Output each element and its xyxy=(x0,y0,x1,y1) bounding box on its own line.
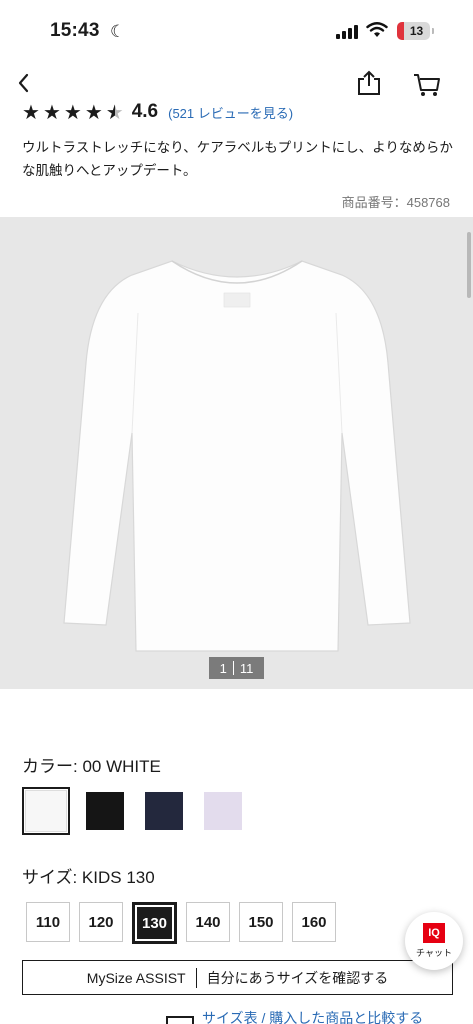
page-scrollbar[interactable] xyxy=(467,232,471,298)
color-label: カラー: 00 WHITE xyxy=(22,757,161,776)
chat-button[interactable]: IQ チャット xyxy=(405,912,463,970)
wifi-icon xyxy=(366,22,388,37)
product-description: ウルトラストレッチになり、ケアラベルもプリントにし、よりなめらかな肌触りへとアッ… xyxy=(22,140,453,178)
size-options: 110 120 130 140 150 160 xyxy=(26,902,336,944)
color-swatches xyxy=(22,787,247,835)
size-option-140[interactable]: 140 xyxy=(186,902,230,942)
size-option-120[interactable]: 120 xyxy=(79,902,123,942)
rating-score: 4.6 xyxy=(131,101,159,122)
star-icon: ★ xyxy=(63,101,82,124)
cellular-signal-icon xyxy=(336,25,358,39)
back-arrow-icon[interactable] xyxy=(14,70,38,96)
status-time: 15:43 xyxy=(50,20,100,41)
battery-icon: 13 xyxy=(397,22,434,40)
star-rating: ★ ★ ★ ★ ★ xyxy=(22,100,124,124)
star-icon: ★ xyxy=(42,101,61,124)
size-option-130[interactable]: 130 xyxy=(132,902,177,944)
mysize-check-label: 自分にあうサイズを確認する xyxy=(206,969,389,986)
battery-level: 13 xyxy=(409,24,424,38)
size-chart-link[interactable]: サイズ表 / 購入した商品と比較する xyxy=(166,1008,466,1024)
iq-icon: IQ xyxy=(423,923,445,943)
product-number: 商品番号：458768 xyxy=(341,195,450,210)
product-image xyxy=(63,260,411,652)
star-icon: ★ xyxy=(22,101,40,124)
size-option-110[interactable]: 110 xyxy=(26,902,70,942)
mysize-assist-label: MySize ASSIST xyxy=(86,969,186,986)
star-icon: ★ xyxy=(84,101,103,124)
product-image-gallery[interactable]: 1 11 xyxy=(0,217,473,689)
size-label: サイズ: KIDS 130 xyxy=(22,868,155,887)
half-star-icon: ★ xyxy=(105,101,124,124)
color-swatch-white[interactable] xyxy=(22,787,70,835)
reviews-link[interactable]: (521 レビューを見る) xyxy=(168,103,293,122)
size-option-160[interactable]: 160 xyxy=(292,902,336,942)
color-swatch-navy[interactable] xyxy=(140,787,188,835)
top-nav xyxy=(0,62,473,104)
cart-icon[interactable] xyxy=(413,72,441,98)
size-chart-label: サイズ表 / 購入した商品と比較する xyxy=(202,1010,424,1024)
mysize-assist-button[interactable]: MySize ASSIST 自分にあうサイズを確認する xyxy=(22,960,453,995)
pager-total: 11 xyxy=(239,660,254,676)
ruler-icon xyxy=(166,1016,194,1024)
color-swatch-black[interactable] xyxy=(81,787,129,835)
image-pager: 1 11 xyxy=(209,657,264,679)
moon-icon: ☾ xyxy=(110,22,126,41)
chat-label: チャット xyxy=(416,948,452,958)
size-option-150[interactable]: 150 xyxy=(239,902,283,942)
rating-row: ★ ★ ★ ★ ★ 4.6 (521 レビューを見る) xyxy=(22,100,293,124)
pager-current: 1 xyxy=(219,660,227,676)
share-icon[interactable] xyxy=(356,70,382,96)
color-swatch-lavender[interactable] xyxy=(199,787,247,835)
status-bar: 15:43 ☾ 13 xyxy=(0,0,473,62)
